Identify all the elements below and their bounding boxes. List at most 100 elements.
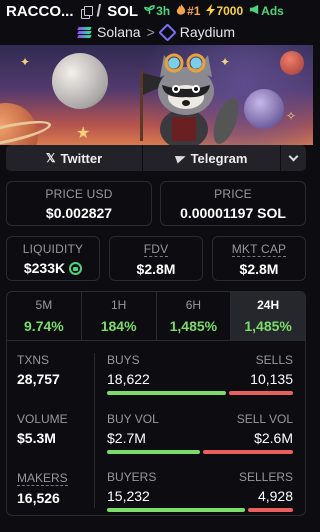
ads-label: Ads	[261, 4, 284, 18]
tab-change: 1,485%	[244, 318, 292, 334]
fdv-card: FDV $2.8M	[109, 236, 203, 281]
liquidity-card: LIQUIDITY $233K	[6, 236, 100, 281]
star-decoration: ★	[76, 125, 91, 142]
boost-badge[interactable]: 7000	[206, 3, 244, 19]
tab-label: 24H	[257, 298, 280, 312]
chain-name[interactable]: Solana	[97, 24, 141, 40]
tab-24h[interactable]: 24H 1,485%	[231, 292, 305, 340]
buy-portion	[107, 450, 201, 454]
age-value: 3h	[156, 4, 171, 18]
sell-volume-label: SELL VOL	[236, 412, 293, 426]
pair-separator: /	[96, 1, 102, 20]
sells-value: 10,135	[250, 371, 293, 387]
buyers-sellers-row: BUYERS SELLERS 15,232 4,928	[107, 470, 293, 512]
volume-label: VOLUME	[17, 412, 68, 426]
makers-value: 16,526	[17, 490, 60, 506]
telegram-label: Telegram	[190, 150, 248, 166]
sell-portion	[228, 391, 293, 395]
rank-badge[interactable]: #1	[176, 3, 201, 19]
price-usd-card: PRICE USD $0.002827	[6, 181, 152, 226]
red-moon	[280, 51, 304, 75]
buys-sells-bar	[107, 391, 293, 395]
star-decoration: ✦	[20, 55, 31, 69]
moon-planet	[52, 53, 108, 109]
twitter-button[interactable]: 𝕏 Twitter	[6, 145, 142, 171]
liquidity-value: $233K	[23, 260, 66, 276]
distant-planet	[244, 89, 284, 129]
price-native-label: PRICE	[214, 187, 252, 201]
more-links-button[interactable]	[281, 145, 306, 171]
sellers-label: SELLERS	[238, 470, 293, 484]
volume-bar	[107, 450, 293, 454]
chevron-down-icon	[288, 151, 299, 162]
sell-volume-value: $2.6M	[254, 430, 293, 446]
copy-icon[interactable]	[80, 5, 93, 19]
tab-label: 5M	[35, 298, 53, 312]
volume-value: $5.3M	[17, 430, 56, 446]
txns-label: TXNS	[17, 353, 50, 367]
sells-label: SELLS	[255, 353, 293, 367]
star-decoration: ✧	[286, 109, 297, 123]
telegram-button[interactable]: Telegram	[143, 145, 280, 171]
buy-portion	[107, 391, 226, 395]
tab-label: 6H	[185, 298, 202, 312]
sell-portion	[203, 450, 293, 454]
raccoon-mascot	[140, 53, 238, 145]
tab-change: 184%	[100, 318, 137, 334]
x-icon: 𝕏	[45, 151, 56, 165]
tab-label: 1H	[110, 298, 127, 312]
fire-icon	[176, 3, 186, 19]
megaphone-icon	[249, 4, 260, 18]
buy-portion	[107, 508, 246, 512]
volume-metric: VOLUME $5.3M	[17, 412, 68, 446]
liquidity-label: LIQUIDITY	[22, 242, 84, 256]
tab-change: 1,485%	[169, 318, 218, 334]
makers-metric: MAKERS 16,526	[17, 470, 68, 506]
breadcrumb-separator: >	[146, 24, 155, 40]
sell-portion	[248, 508, 293, 512]
tab-6h[interactable]: 6H 1,485%	[157, 292, 232, 340]
raydium-icon	[158, 22, 177, 42]
quote-token: SOL	[107, 2, 139, 20]
seedling-icon	[144, 4, 155, 18]
solana-icon	[77, 26, 92, 38]
liquidity-value-row: $233K	[23, 260, 83, 276]
buyers-value: 15,232	[107, 488, 150, 504]
tab-5m[interactable]: 5M 9.74%	[7, 292, 82, 340]
twitter-label: Twitter	[60, 150, 103, 166]
market-cap-label[interactable]: MKT CAP	[231, 242, 287, 257]
telegram-icon	[174, 152, 187, 164]
txns-metric: TXNS 28,757	[17, 353, 60, 387]
fdv-label[interactable]: FDV	[143, 242, 169, 257]
buys-label: BUYS	[107, 353, 140, 367]
buys-sells-row: BUYS SELLS 18,622 10,135	[107, 353, 293, 395]
market-cap-card: MKT CAP $2.8M	[212, 236, 306, 281]
tab-change: 9.74%	[24, 318, 64, 334]
boost-value: 7000	[216, 4, 244, 18]
market-cap-value: $2.8M	[239, 261, 279, 277]
price-native-card: PRICE 0.00001197 SOL	[160, 181, 306, 226]
makers-label: MAKERS	[17, 471, 68, 486]
tab-1h[interactable]: 1H 184%	[82, 292, 157, 340]
timeframe-tabs: 5M 9.74% 1H 184% 6H 1,485% 24H 1,485%	[7, 292, 305, 341]
buy-sell-volume-row: BUY VOL SELL VOL $2.7M $2.6M	[107, 412, 293, 454]
fdv-value: $2.8M	[136, 261, 176, 277]
price-usd-label: PRICE USD	[45, 187, 113, 201]
token-banner-image: ✦ ★ ✦ ✧	[0, 45, 313, 145]
price-native-value: 0.00001197 SOL	[180, 205, 286, 221]
sellers-value: 4,928	[257, 488, 293, 504]
chain-dex-breadcrumb: Solana > Raydium	[0, 22, 313, 42]
buy-volume-label: BUY VOL	[107, 412, 159, 426]
rank-value: #1	[187, 4, 201, 18]
buys-value: 18,622	[107, 371, 150, 387]
ads-badge[interactable]: Ads	[249, 4, 284, 18]
age-badge: 3h	[144, 4, 170, 18]
trading-stats-panel: 5M 9.74% 1H 184% 6H 1,485% 24H 1,485% TX…	[6, 291, 306, 516]
dex-name[interactable]: Raydium	[180, 24, 235, 40]
social-links: 𝕏 Twitter Telegram	[6, 145, 306, 171]
pair-header: RACCO... / SOL 3h #1 7000 Ads	[0, 0, 313, 22]
bolt-icon	[206, 3, 216, 19]
token-name[interactable]: RACCO...	[6, 3, 74, 20]
buy-volume-value: $2.7M	[107, 430, 146, 446]
lock-icon[interactable]	[69, 262, 83, 275]
